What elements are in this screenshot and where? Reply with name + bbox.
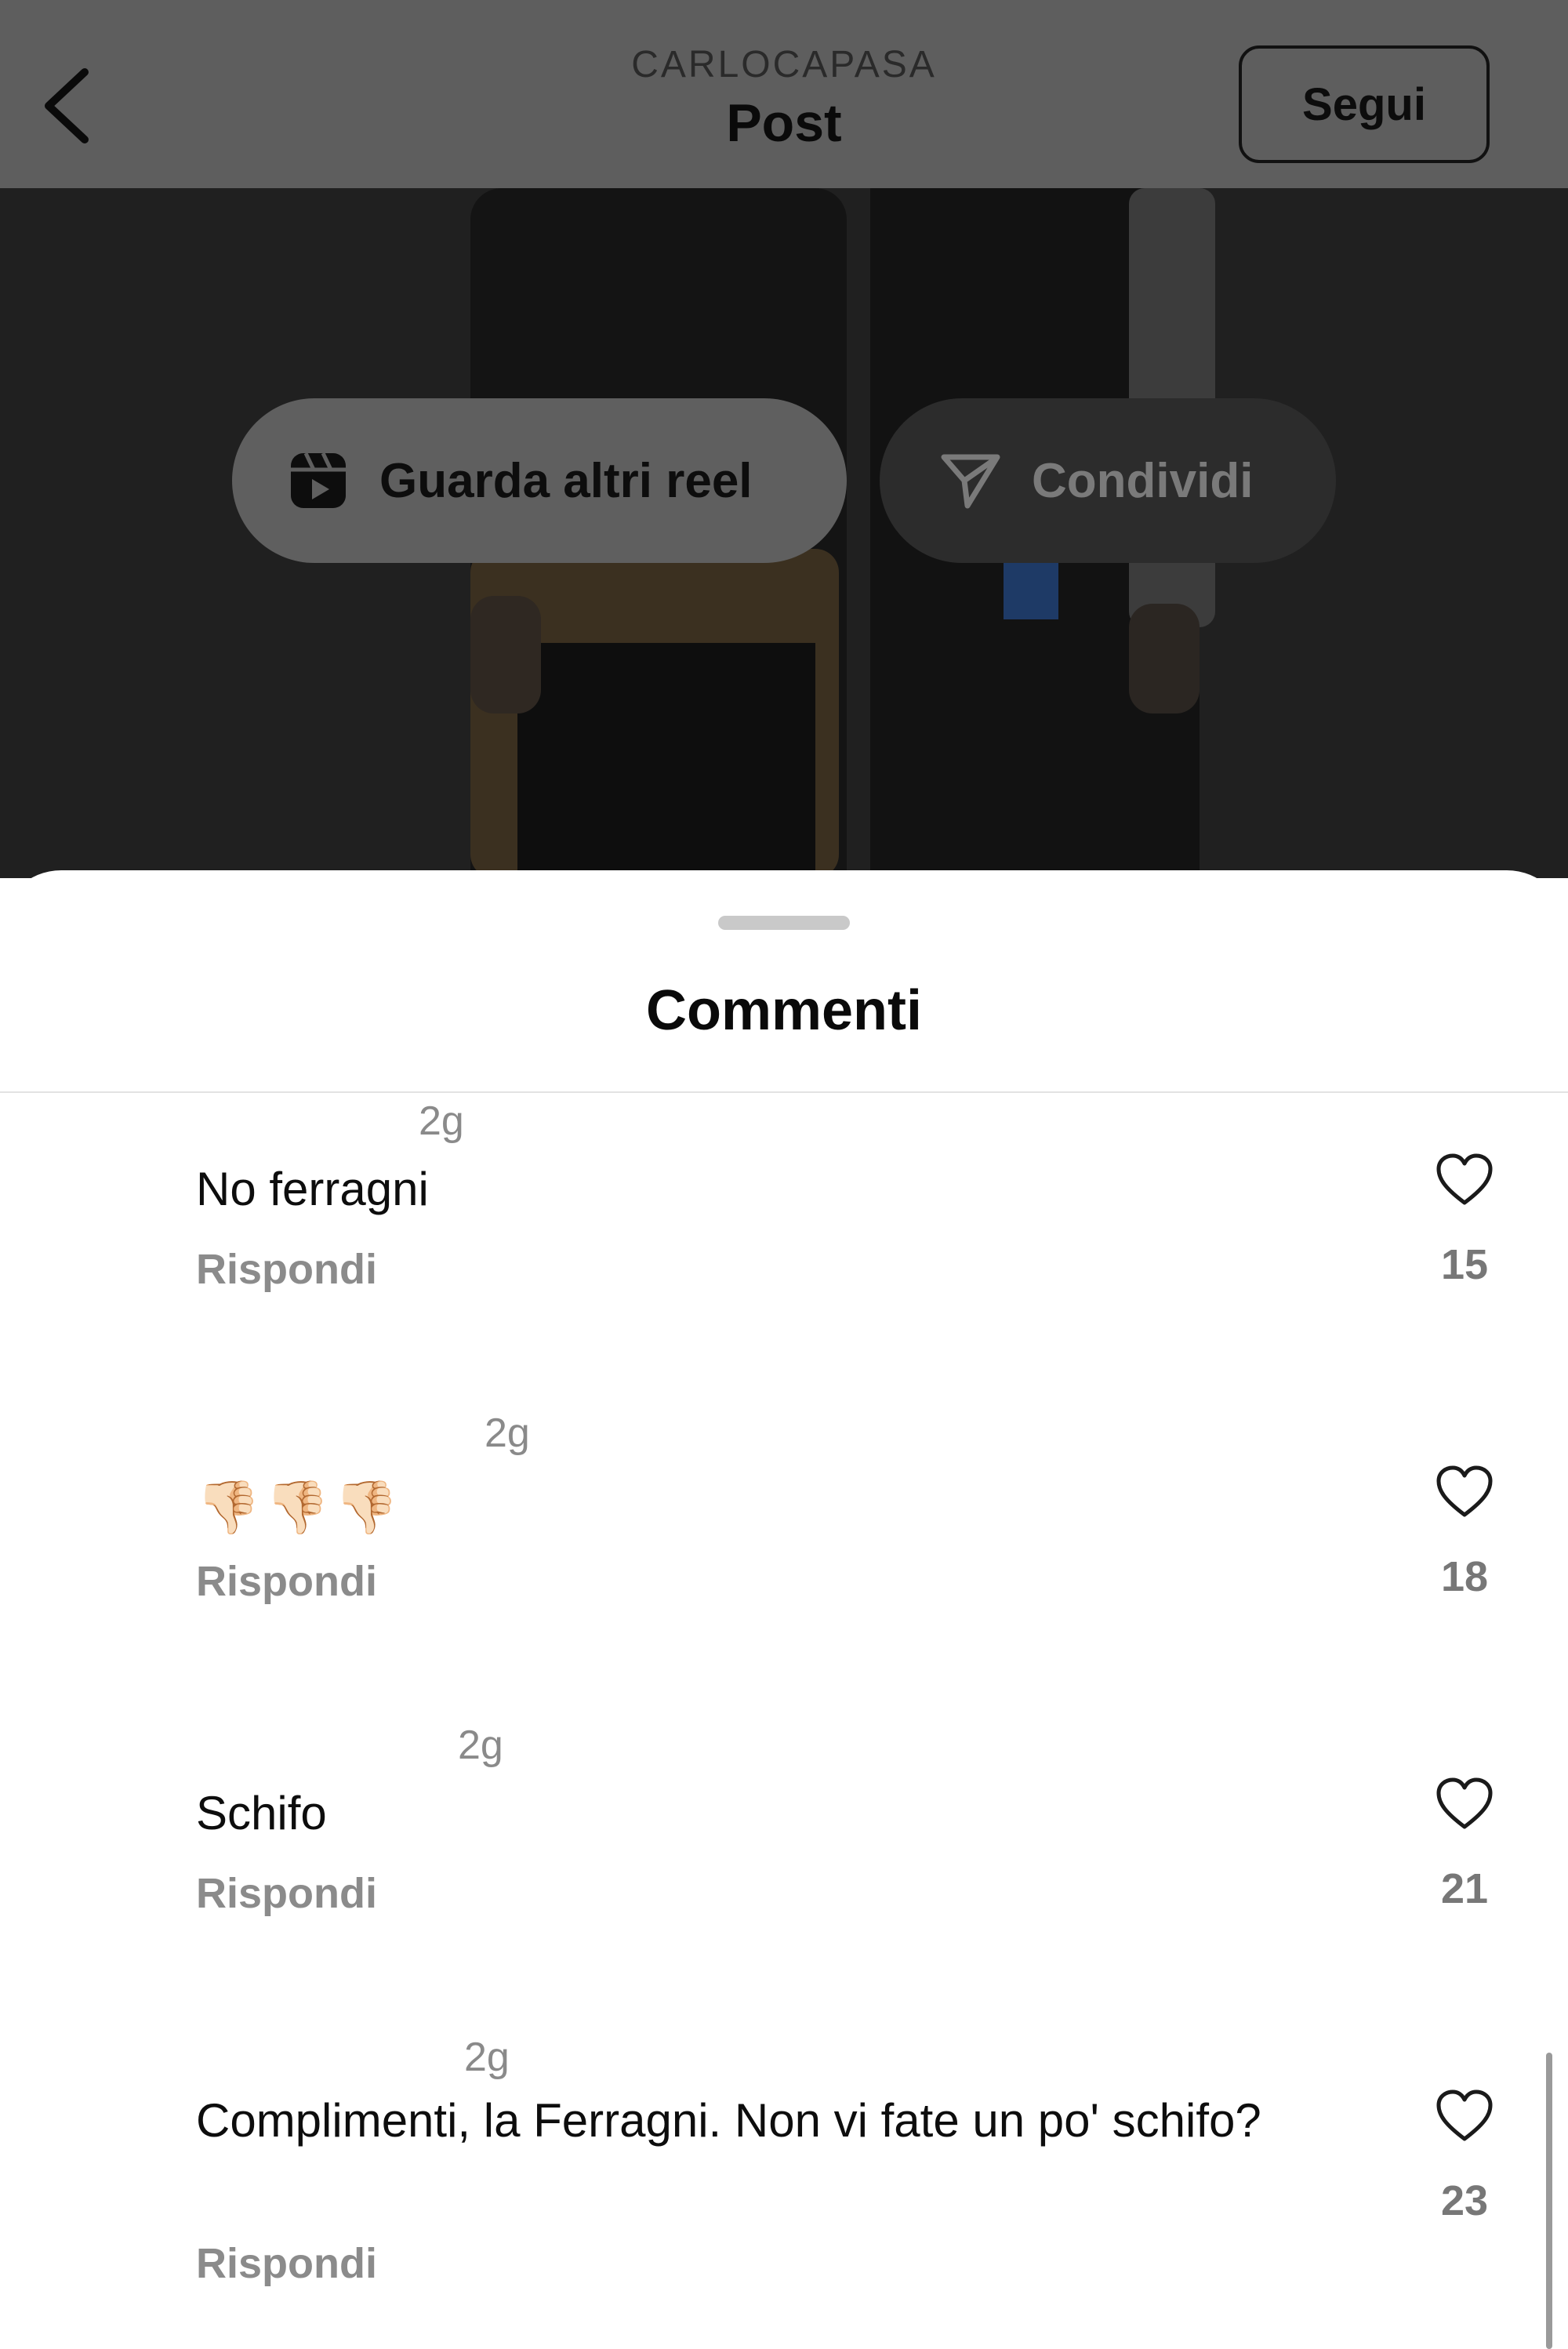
comments-title: Commenti <box>645 979 923 1042</box>
scrollbar[interactable] <box>1546 2053 1552 2349</box>
comment-emoji-text: 👎🏻👎🏻👎🏻 <box>196 1478 404 1536</box>
follow-button[interactable]: Segui <box>1239 45 1490 163</box>
heart-outline-icon[interactable] <box>1435 1465 1494 1519</box>
heart-outline-icon[interactable] <box>1435 1777 1494 1832</box>
comment-time: 2g <box>464 2035 510 2080</box>
reel-figure-left-hand <box>470 596 541 713</box>
heart-outline-icon[interactable] <box>1435 1153 1494 1207</box>
reel-figure-right-hand <box>1129 604 1200 713</box>
comments-sheet: Commenti 2g No ferragni Rispondi 15 2g 👎… <box>0 870 1568 2349</box>
more-reels-label: Guarda altri reel <box>379 453 753 508</box>
comment-time: 2g <box>485 1410 530 1456</box>
reels-icon <box>291 452 346 508</box>
paper-plane-icon <box>941 454 1000 509</box>
like-count: 15 <box>1440 1241 1489 1288</box>
divider <box>0 1091 1568 1093</box>
more-reels-button[interactable]: Guarda altri reel <box>232 398 847 563</box>
heart-outline-icon[interactable] <box>1435 2089 1494 2144</box>
reply-button[interactable]: Rispondi <box>196 2239 377 2288</box>
post-header: CARLOCAPASA Post Segui <box>0 0 1568 188</box>
sheet-drag-handle[interactable] <box>718 916 850 930</box>
reply-button[interactable]: Rispondi <box>196 1869 377 1918</box>
reply-button[interactable]: Rispondi <box>196 1557 377 1606</box>
reply-button[interactable]: Rispondi <box>196 1245 377 1294</box>
comment-text: No ferragni <box>196 1163 429 1215</box>
share-label: Condividi <box>1032 453 1254 508</box>
comment-time: 2g <box>419 1098 464 1144</box>
like-count: 18 <box>1440 1553 1489 1600</box>
like-count: 21 <box>1440 1865 1489 1912</box>
comment-text: Schifo <box>196 1787 327 1839</box>
comment-text: Complimenti, la Ferragni. Non vi fate un… <box>196 2094 1261 2147</box>
reel-figure-left-skirt <box>517 643 815 878</box>
comment-text: 👎🏻👎🏻👎🏻 <box>196 1477 404 1538</box>
share-button[interactable]: Condividi <box>880 398 1336 563</box>
like-count: 23 <box>1440 2177 1489 2224</box>
comment-time: 2g <box>458 1723 503 1768</box>
